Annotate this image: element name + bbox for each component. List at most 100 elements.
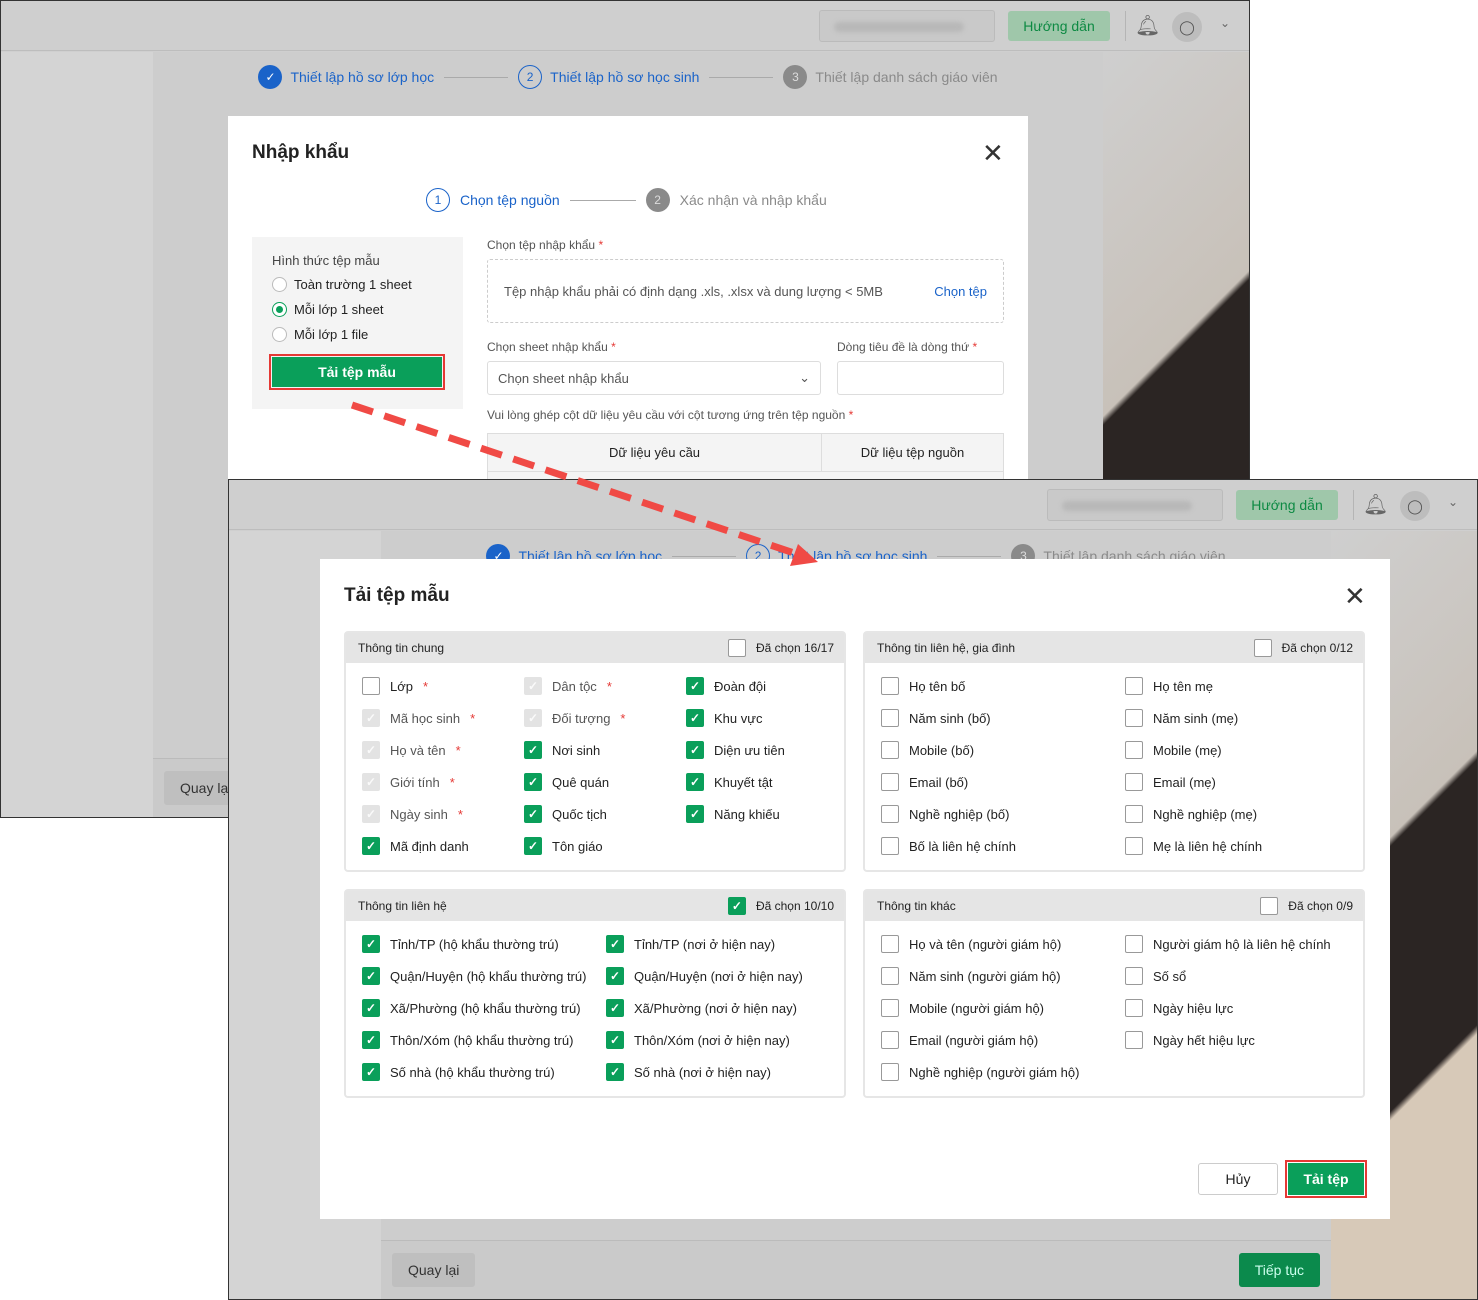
- checkbox[interactable]: [1125, 773, 1143, 791]
- field-checkbox-item[interactable]: Email (mẹ): [1125, 773, 1363, 791]
- template-option-radio[interactable]: Mỗi lớp 1 file: [272, 322, 443, 347]
- field-checkbox-item[interactable]: Số sổ: [1125, 967, 1363, 985]
- checkbox[interactable]: ✓: [362, 967, 380, 985]
- field-checkbox-item[interactable]: Mobile (bố): [881, 741, 1125, 759]
- school-search[interactable]: [1047, 489, 1223, 521]
- step-label[interactable]: Chọn tệp nguồn: [460, 192, 560, 208]
- checkbox[interactable]: [881, 741, 899, 759]
- checkbox[interactable]: [881, 1063, 899, 1081]
- field-checkbox-item[interactable]: ✓ Diện ưu tiên: [686, 741, 844, 759]
- checkbox[interactable]: ✓: [686, 677, 704, 695]
- back-button[interactable]: Quay lại: [392, 1253, 476, 1287]
- field-checkbox-item[interactable]: Mobile (người giám hộ): [881, 999, 1125, 1017]
- field-checkbox-item[interactable]: Năm sinh (mẹ): [1125, 709, 1363, 727]
- bell-icon[interactable]: 🔔︎: [1135, 13, 1160, 38]
- field-checkbox-item[interactable]: Mẹ là liên hệ chính: [1125, 837, 1363, 855]
- field-checkbox-item[interactable]: ✓ Thôn/Xóm (nơi ở hiện nay): [606, 1031, 844, 1049]
- checkbox[interactable]: ✓: [686, 741, 704, 759]
- field-checkbox-item[interactable]: ✓ Tỉnh/TP (hộ khẩu thường trú): [362, 935, 606, 953]
- checkbox[interactable]: ✓: [524, 773, 542, 791]
- field-checkbox-item[interactable]: Năm sinh (bố): [881, 709, 1125, 727]
- field-checkbox-item[interactable]: ✓ Quận/Huyện (hộ khẩu thường trú): [362, 967, 606, 985]
- download-file-button[interactable]: Tải tệp: [1285, 1160, 1367, 1198]
- checkbox[interactable]: [881, 967, 899, 985]
- field-checkbox-item[interactable]: ✓ Đoàn đội: [686, 677, 844, 695]
- checkbox[interactable]: ✓: [362, 1063, 380, 1081]
- checkbox[interactable]: ✓: [606, 999, 624, 1017]
- checkbox[interactable]: [881, 805, 899, 823]
- field-checkbox-item[interactable]: ✓ Tôn giáo: [524, 837, 686, 855]
- checkbox[interactable]: ✓: [524, 805, 542, 823]
- field-checkbox-item[interactable]: ✓ Quê quán: [524, 773, 686, 791]
- close-icon[interactable]: ✕: [982, 140, 1004, 166]
- field-checkbox-item[interactable]: ✓ Mã định danh: [362, 837, 524, 855]
- checkbox[interactable]: [881, 773, 899, 791]
- checkbox[interactable]: ✓: [606, 935, 624, 953]
- checkbox[interactable]: ✓: [362, 1031, 380, 1049]
- field-checkbox-item[interactable]: Họ và tên (người giám hộ): [881, 935, 1125, 953]
- checkbox[interactable]: [1125, 837, 1143, 855]
- radio-icon[interactable]: [272, 277, 287, 292]
- checkbox[interactable]: [1125, 999, 1143, 1017]
- next-button[interactable]: Tiếp tục: [1238, 1253, 1320, 1287]
- field-checkbox-item[interactable]: ✓ Khuyết tật: [686, 773, 844, 791]
- checkbox[interactable]: ✓: [686, 805, 704, 823]
- field-checkbox-item[interactable]: ✓ Tỉnh/TP (nơi ở hiện nay): [606, 935, 844, 953]
- field-checkbox-item[interactable]: ✓ Xã/Phường (nơi ở hiện nay): [606, 999, 844, 1017]
- checkbox[interactable]: ✓: [606, 967, 624, 985]
- checkbox[interactable]: [1125, 967, 1143, 985]
- field-checkbox-item[interactable]: ✓ Quốc tịch: [524, 805, 686, 823]
- wizard-step-2[interactable]: 2 Thiết lập hồ sơ học sinh: [518, 65, 699, 89]
- field-checkbox-item[interactable]: Nghề nghiệp (mẹ): [1125, 805, 1363, 823]
- checkbox[interactable]: [881, 709, 899, 727]
- bell-icon[interactable]: 🔔︎: [1363, 492, 1388, 517]
- checkbox[interactable]: [881, 1031, 899, 1049]
- choose-file-link[interactable]: Chọn tệp: [934, 284, 987, 299]
- checkbox[interactable]: [1125, 805, 1143, 823]
- field-checkbox-item[interactable]: ✓ Quận/Huyện (nơi ở hiện nay): [606, 967, 844, 985]
- field-checkbox-item[interactable]: Nghề nghiệp (bố): [881, 805, 1125, 823]
- guide-button[interactable]: Hướng dẫn: [1236, 490, 1338, 520]
- select-all[interactable]: Đã chọn 0/12: [1253, 639, 1353, 657]
- select-all[interactable]: ✓ Đã chọn 10/10: [727, 897, 834, 915]
- checkbox[interactable]: ✓: [362, 935, 380, 953]
- field-checkbox-item[interactable]: ✓ Nơi sinh: [524, 741, 686, 759]
- chevron-down-icon[interactable]: ⌄: [1220, 16, 1230, 30]
- checkbox[interactable]: ✓: [606, 1063, 624, 1081]
- school-search[interactable]: [819, 10, 995, 42]
- template-option-radio[interactable]: Toàn trường 1 sheet: [272, 272, 443, 297]
- cancel-button[interactable]: Hủy: [1198, 1163, 1278, 1195]
- field-checkbox-item[interactable]: Bố là liên hệ chính: [881, 837, 1125, 855]
- field-checkbox-item[interactable]: Ngày hết hiệu lực: [1125, 1031, 1363, 1049]
- checkbox[interactable]: [1125, 677, 1143, 695]
- checkbox[interactable]: [1125, 709, 1143, 727]
- user-avatar-icon[interactable]: ◯: [1172, 12, 1202, 42]
- select-all-checkbox[interactable]: ✓: [727, 897, 746, 915]
- field-checkbox-item[interactable]: Mobile (mẹ): [1125, 741, 1363, 759]
- field-checkbox-item[interactable]: Nghề nghiệp (người giám hộ): [881, 1063, 1125, 1081]
- select-all[interactable]: Đã chọn 0/9: [1260, 897, 1353, 915]
- field-checkbox-item[interactable]: ✓ Khu vực: [686, 709, 844, 727]
- field-checkbox-item[interactable]: Lớp *: [362, 677, 524, 695]
- checkbox[interactable]: ✓: [524, 837, 542, 855]
- field-checkbox-item[interactable]: Email (người giám hộ): [881, 1031, 1125, 1049]
- checkbox[interactable]: ✓: [362, 837, 380, 855]
- template-option-radio[interactable]: Mỗi lớp 1 sheet: [272, 297, 443, 322]
- checkbox[interactable]: [881, 837, 899, 855]
- chevron-down-icon[interactable]: ⌄: [1448, 495, 1458, 509]
- select-all[interactable]: Đã chọn 16/17: [727, 639, 834, 657]
- radio-icon[interactable]: [272, 327, 287, 342]
- field-checkbox-item[interactable]: Năm sinh (người giám hộ): [881, 967, 1125, 985]
- checkbox[interactable]: ✓: [524, 741, 542, 759]
- select-all-checkbox[interactable]: [1260, 897, 1279, 915]
- checkbox[interactable]: ✓: [362, 999, 380, 1017]
- wizard-step-3[interactable]: 3 Thiết lập danh sách giáo viên: [783, 65, 998, 89]
- field-checkbox-item[interactable]: Họ tên bố: [881, 677, 1125, 695]
- field-checkbox-item[interactable]: ✓ Xã/Phường (hộ khẩu thường trú): [362, 999, 606, 1017]
- checkbox[interactable]: [362, 677, 380, 695]
- field-checkbox-item[interactable]: Email (bố): [881, 773, 1125, 791]
- field-checkbox-item[interactable]: ✓ Số nhà (hộ khẩu thường trú): [362, 1063, 606, 1081]
- radio-icon[interactable]: [272, 302, 287, 317]
- field-checkbox-item[interactable]: Họ tên mẹ: [1125, 677, 1363, 695]
- step-label[interactable]: Xác nhận và nhập khẩu: [680, 192, 827, 208]
